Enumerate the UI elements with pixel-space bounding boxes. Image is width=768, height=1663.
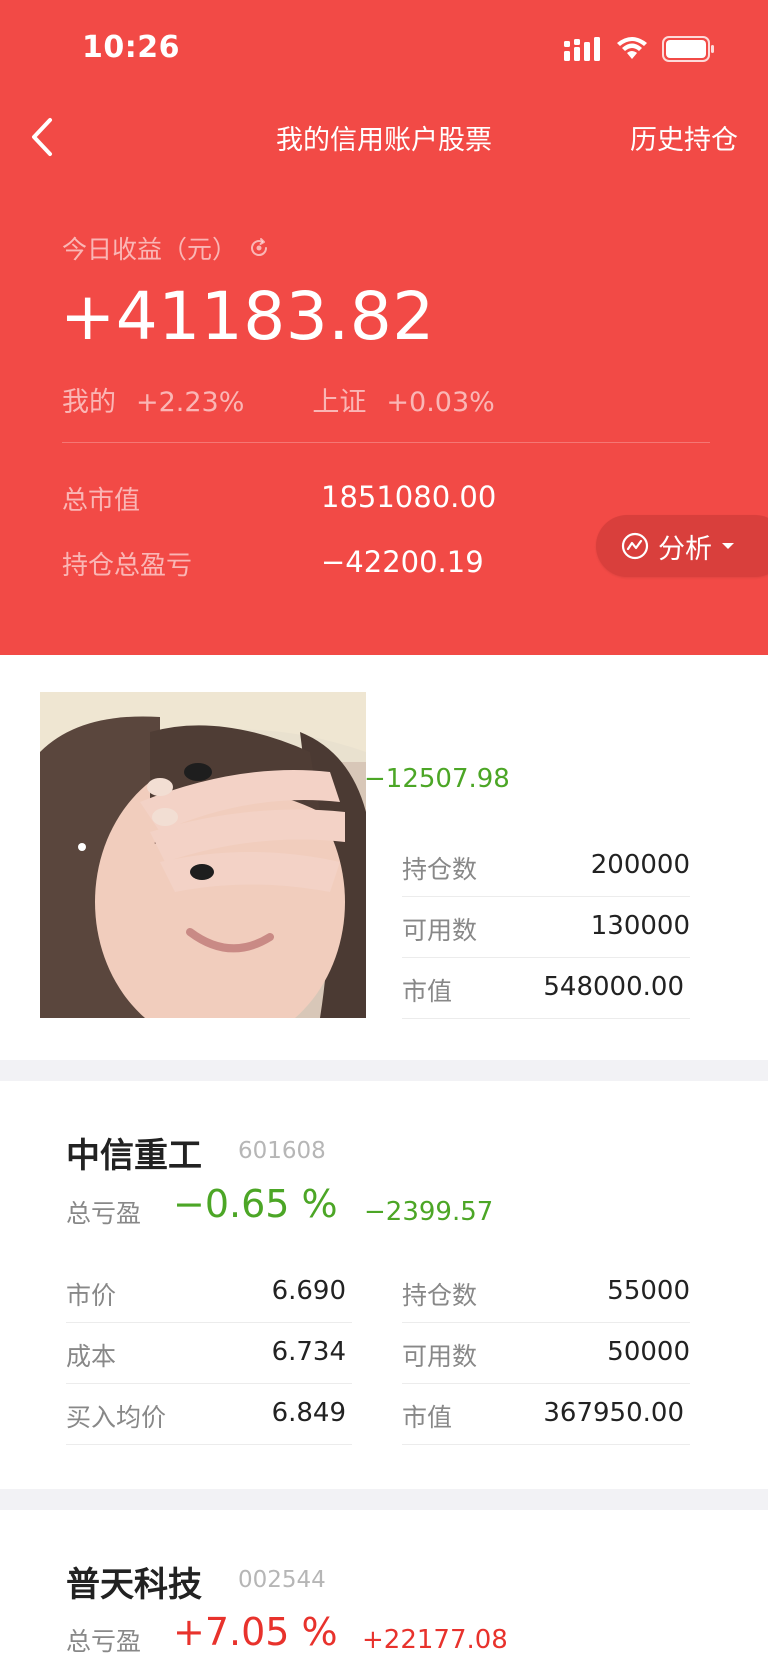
holding-2-qty-label: 持仓数 (402, 1281, 478, 1310)
total-market-value-label: 总市值 (62, 486, 141, 516)
row-divider (402, 1383, 690, 1384)
holding-3-name: 普天科技 (66, 1565, 202, 1605)
total-market-value: 1851080.00 (321, 480, 497, 514)
today-income-label-text: 今日收益（元） (62, 235, 238, 264)
mine-pct: +2.23% (136, 387, 245, 418)
holding-3-pl-label: 总亏盈 (66, 1627, 142, 1656)
row-divider (402, 1018, 690, 1019)
analysis-button[interactable]: 分析 (596, 515, 768, 577)
caret-down-icon (722, 543, 734, 549)
holding-1-mv-label: 市值 (402, 977, 453, 1006)
row-divider (402, 896, 690, 897)
signal-icon (564, 37, 600, 61)
holding-1-available-label: 可用数 (402, 916, 478, 945)
wifi-icon (617, 37, 647, 59)
holding-2-name: 中信重工 (66, 1136, 202, 1176)
history-holdings-link[interactable]: 历史持仓 (630, 118, 738, 157)
header-divider (62, 442, 710, 443)
sticker-image (40, 692, 366, 1018)
row-divider (402, 957, 690, 958)
holding-2-avg-label: 买入均价 (66, 1403, 167, 1432)
analysis-chart-icon (621, 532, 649, 560)
row-divider (402, 1322, 690, 1323)
holding-2-avg-value: 6.849 (271, 1398, 346, 1428)
refresh-icon[interactable] (247, 236, 271, 260)
row-divider (66, 1322, 352, 1323)
holding-1-available-value: 130000 (590, 911, 690, 941)
status-icons (564, 36, 716, 62)
total-pl-label: 持仓总盈亏 (62, 551, 193, 581)
sh-index-pct: +0.03% (386, 387, 495, 418)
sh-index-label: 上证 (312, 387, 367, 418)
holding-1-pl-amount: −12507.98 (364, 764, 510, 794)
holding-2-qty-value: 55000 (607, 1276, 690, 1306)
holding-2-mv-value: 367950.00 (543, 1398, 684, 1428)
holding-2-price-value: 6.690 (271, 1276, 346, 1306)
row-divider (402, 1444, 690, 1445)
battery-icon (662, 36, 714, 62)
return-compare-row: 我的 +2.23% 上证 +0.03% (62, 380, 515, 419)
holding-2-available-label: 可用数 (402, 1342, 478, 1371)
holding-1-mv-value: 548000.00 (543, 972, 684, 1002)
holding-2-mv-label: 市值 (402, 1403, 453, 1432)
holding-2-pl-amount: −2399.57 (364, 1197, 494, 1227)
today-income-value: +41183.82 (60, 278, 435, 355)
holding-2-pl-label: 总亏盈 (66, 1199, 142, 1228)
holding-2-code: 601608 (238, 1138, 326, 1164)
today-income-label: 今日收益（元） (62, 230, 271, 266)
holding-2-pl-pct: −0.65 % (173, 1182, 338, 1226)
holding-2-cost-label: 成本 (66, 1342, 117, 1371)
holding-3-code: 002544 (238, 1567, 326, 1593)
total-pl-value: −42200.19 (321, 545, 484, 579)
analysis-label: 分析 (658, 533, 712, 565)
holding-3-pl-pct: +7.05 % (173, 1610, 338, 1654)
holding-1-qty-value: 200000 (590, 850, 690, 880)
row-divider (66, 1383, 352, 1384)
holding-1-qty-label: 持仓数 (402, 855, 478, 884)
holding-2-price-label: 市价 (66, 1281, 117, 1310)
row-divider (66, 1444, 352, 1445)
holding-3-pl-amount: +22177.08 (362, 1625, 508, 1655)
holding-2-available-value: 50000 (607, 1337, 690, 1367)
mine-label: 我的 (62, 387, 116, 418)
status-time: 10:26 (82, 30, 180, 65)
holding-2-cost-value: 6.734 (271, 1337, 346, 1367)
